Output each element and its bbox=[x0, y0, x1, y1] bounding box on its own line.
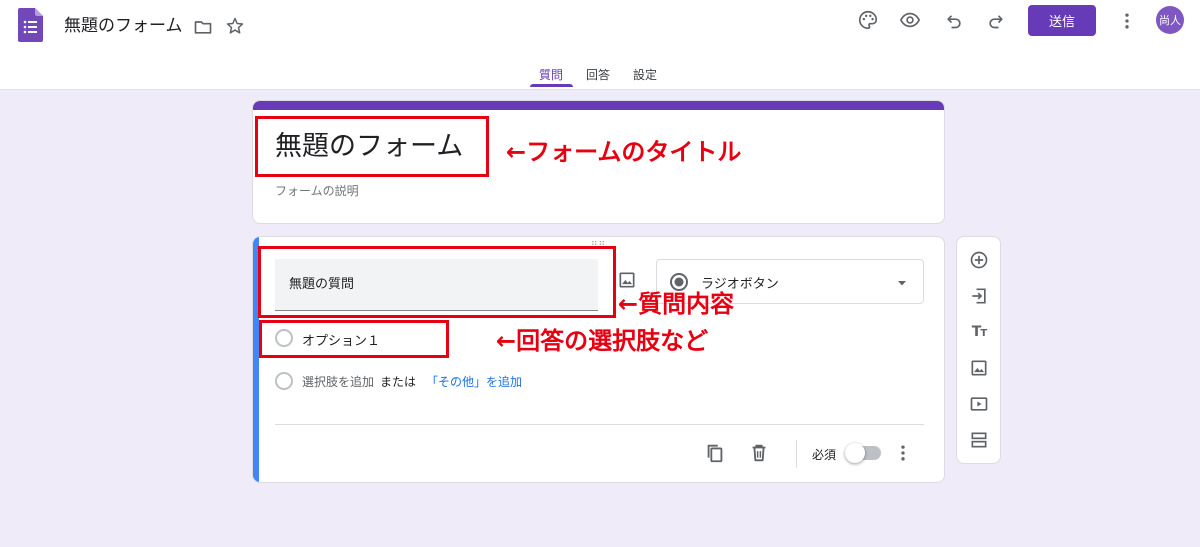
add-option-radio bbox=[275, 372, 293, 390]
side-toolbar: TT bbox=[956, 236, 1001, 464]
add-image-icon[interactable] bbox=[968, 357, 990, 379]
app-header: 無題のフォーム 送信 尚人 質問 回答 設定 bbox=[0, 0, 1200, 90]
question-more-icon[interactable] bbox=[893, 443, 913, 463]
annotation-box-title bbox=[255, 116, 489, 177]
form-description-field[interactable]: フォームの説明 bbox=[275, 182, 359, 199]
tab-questions[interactable]: 質問 bbox=[539, 66, 563, 83]
add-option-row: 選択肢を追加 または 「その他」を追加 bbox=[302, 373, 522, 390]
add-section-icon[interactable] bbox=[968, 429, 990, 451]
annotation-question: ←質問内容 bbox=[618, 290, 735, 318]
star-icon[interactable] bbox=[223, 14, 247, 38]
delete-icon[interactable] bbox=[748, 442, 770, 464]
add-option-link[interactable]: 選択肢を追加 bbox=[302, 375, 374, 389]
tab-settings[interactable]: 設定 bbox=[633, 66, 657, 83]
required-label: 必須 bbox=[812, 448, 837, 462]
tab-responses[interactable]: 回答 bbox=[586, 66, 610, 83]
add-question-icon[interactable] bbox=[968, 249, 990, 271]
card-footer-divider bbox=[275, 424, 924, 425]
import-questions-icon[interactable] bbox=[968, 285, 990, 307]
active-tab-indicator bbox=[530, 84, 573, 87]
annotation-title: ←フォームのタイトル bbox=[506, 138, 742, 166]
required-toggle[interactable] bbox=[845, 443, 881, 463]
add-title-text-icon[interactable]: TT bbox=[968, 321, 990, 343]
add-image-icon[interactable] bbox=[617, 270, 637, 290]
dropdown-arrow-icon bbox=[895, 275, 909, 289]
duplicate-icon[interactable] bbox=[704, 442, 726, 464]
add-video-icon[interactable] bbox=[968, 393, 990, 415]
annotation-box-options bbox=[259, 320, 449, 358]
annotation-box-question bbox=[258, 246, 616, 318]
undo-icon[interactable] bbox=[942, 8, 966, 32]
document-title[interactable]: 無題のフォーム bbox=[64, 14, 183, 38]
palette-icon[interactable] bbox=[856, 8, 880, 32]
card-accent-bar bbox=[253, 101, 944, 110]
avatar[interactable]: 尚人 bbox=[1156, 6, 1184, 34]
preview-eye-icon[interactable] bbox=[898, 8, 922, 32]
annotation-options: ←回答の選択肢など bbox=[496, 327, 709, 355]
or-text: または bbox=[380, 375, 417, 389]
redo-icon[interactable] bbox=[984, 8, 1008, 32]
folder-icon[interactable] bbox=[191, 15, 215, 39]
more-vert-icon[interactable] bbox=[1115, 9, 1139, 33]
tab-bar: 質問 回答 設定 bbox=[0, 60, 1200, 90]
add-other-link[interactable]: 「その他」を追加 bbox=[426, 375, 522, 389]
send-button[interactable]: 送信 bbox=[1028, 5, 1096, 36]
footer-vertical-divider bbox=[796, 440, 797, 468]
forms-logo-icon[interactable] bbox=[18, 8, 43, 42]
